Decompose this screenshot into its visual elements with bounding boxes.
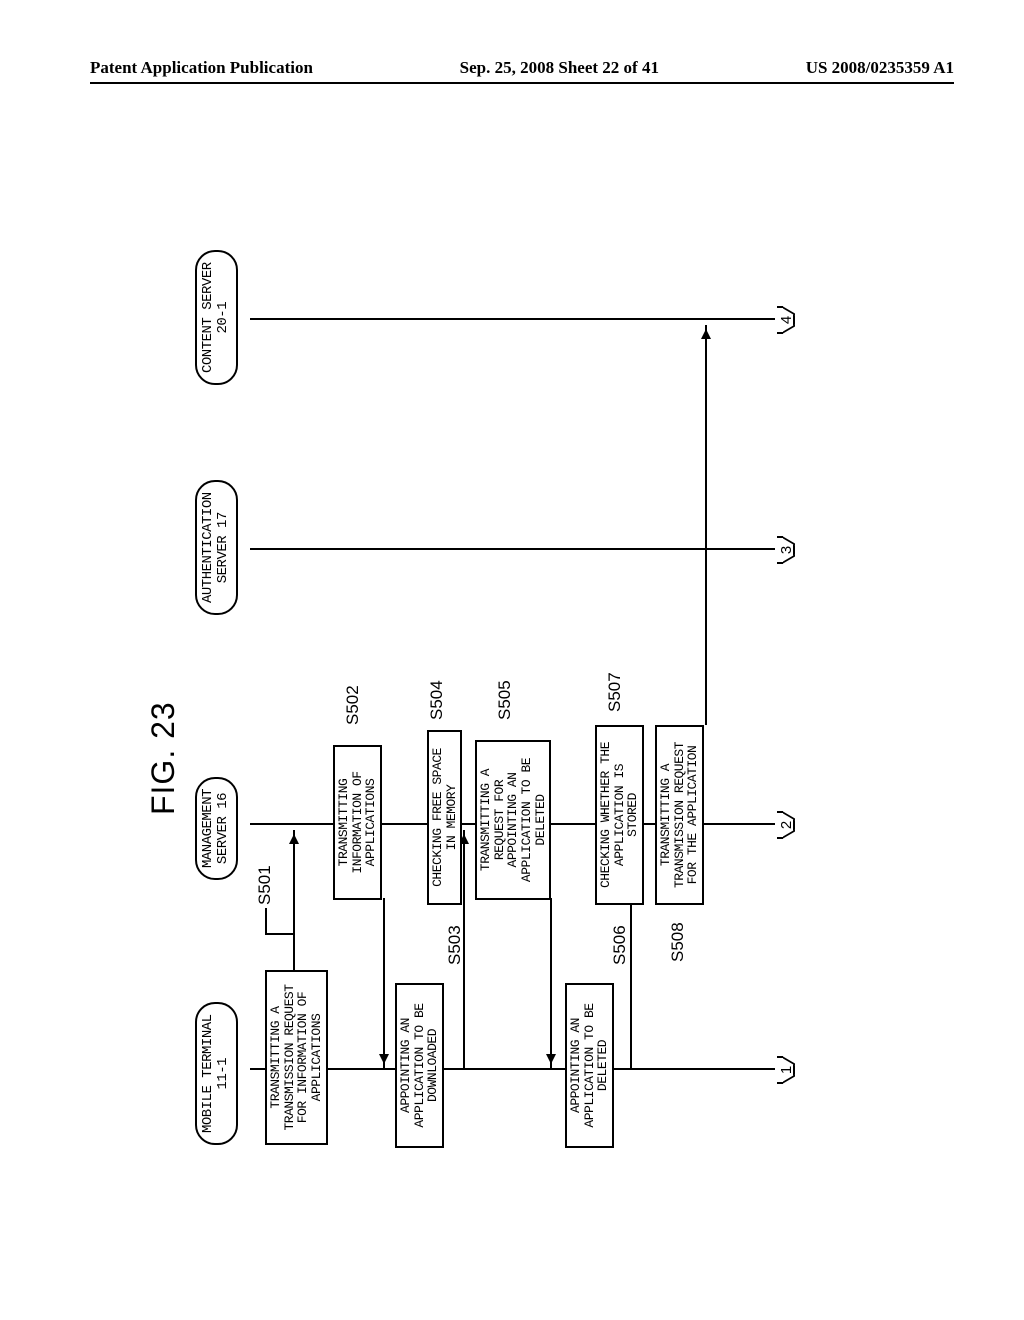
step-s503-box: APPOINTING AN APPLICATION TO BE DOWNLOAD… xyxy=(395,983,444,1148)
step-s505-tag: S505 xyxy=(495,680,515,720)
lifeline-content xyxy=(250,318,775,320)
step-s504-tag: S504 xyxy=(427,680,447,720)
step-s506-box: APPOINTING AN APPLICATION TO BE DELETED xyxy=(565,983,614,1148)
step-s501-box: TRANSMITTING A TRANSMISSION REQUEST FOR … xyxy=(265,970,328,1145)
step-s501-tag: S501 xyxy=(255,865,275,905)
page: Patent Application Publication Sep. 25, … xyxy=(0,0,1024,1320)
step-s508-box: TRANSMITTING A TRANSMISSION REQUEST FOR … xyxy=(655,725,704,905)
lead-s501-h xyxy=(265,908,267,935)
step-s505-box: TRANSMITTING A REQUEST FOR APPOINTING AN… xyxy=(475,740,551,900)
actor-content-server: CONTENT SERVER 20-1 xyxy=(195,250,238,385)
step-s507-box: CHECKING WHETHER THE APPLICATION IS STOR… xyxy=(595,725,644,905)
connector-1: 1 xyxy=(777,1056,795,1084)
lead-s501 xyxy=(265,933,293,935)
sequence-diagram: FIG. 23 MOBILE TERMINAL 11-1 MANAGEMENT … xyxy=(5,330,1024,1030)
header-center: Sep. 25, 2008 Sheet 22 of 41 xyxy=(460,58,659,78)
figure-label: FIG. 23 xyxy=(145,701,182,815)
step-s502-box: TRANSMITTING INFORMATION OF APPLICATIONS xyxy=(333,745,382,900)
diagram-canvas: FIG. 23 MOBILE TERMINAL 11-1 MANAGEMENT … xyxy=(165,170,865,1190)
actor-management-server: MANAGEMENT SERVER 16 xyxy=(195,777,238,880)
header-right: US 2008/0235359 A1 xyxy=(806,58,954,78)
connector-3: 3 xyxy=(777,536,795,564)
header-left: Patent Application Publication xyxy=(90,58,313,78)
arrow-s505 xyxy=(550,898,552,1068)
step-s508-tag: S508 xyxy=(668,922,688,962)
arrow-s503 xyxy=(463,830,465,1068)
connector-4: 4 xyxy=(777,306,795,334)
page-header: Patent Application Publication Sep. 25, … xyxy=(90,58,954,84)
step-s503-tag: S503 xyxy=(445,925,465,965)
arrow-s501 xyxy=(293,830,295,970)
step-s506-tag: S506 xyxy=(610,925,630,965)
lifeline-auth xyxy=(250,548,775,550)
connector-2: 2 xyxy=(777,811,795,839)
actor-authentication-server: AUTHENTICATION SERVER 17 xyxy=(195,480,238,615)
actor-mobile-terminal: MOBILE TERMINAL 11-1 xyxy=(195,1002,238,1145)
arrow-s508 xyxy=(705,325,707,725)
step-s507-tag: S507 xyxy=(605,672,625,712)
arrow-s502 xyxy=(383,898,385,1068)
step-s502-tag: S502 xyxy=(343,685,363,725)
step-s504-box: CHECKING FREE SPACE IN MEMORY xyxy=(427,730,462,905)
lifeline-mobile xyxy=(250,1068,775,1070)
